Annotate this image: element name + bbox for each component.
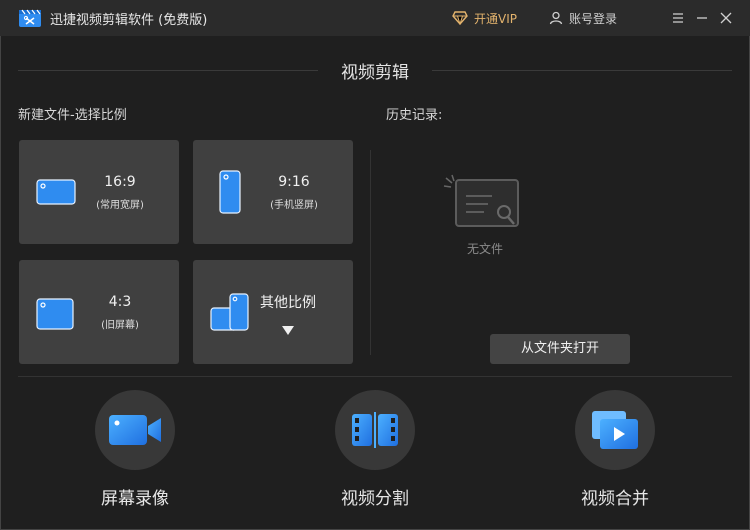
vip-button[interactable]: 开通VIP bbox=[452, 9, 517, 27]
portrait-screen-icon bbox=[219, 170, 241, 214]
ratio-card-9-16[interactable]: 9:16 (手机竖屏) bbox=[193, 140, 353, 244]
menu-icon[interactable] bbox=[668, 8, 688, 28]
new-file-label: 新建文件-选择比例 bbox=[18, 108, 127, 123]
multi-screen-icon bbox=[210, 293, 249, 331]
tool-icon-circle bbox=[575, 390, 655, 470]
tool-icon-circle bbox=[95, 390, 175, 470]
login-button[interactable]: 账号登录 bbox=[549, 9, 617, 27]
open-from-folder-button[interactable]: 从文件夹打开 bbox=[490, 334, 630, 364]
window-title: 迅捷视频剪辑软件 (免费版) bbox=[50, 13, 208, 28]
ratio-card-16-9[interactable]: 16:9 (常用宽屏) bbox=[19, 140, 179, 244]
empty-file-icon bbox=[443, 174, 519, 227]
ratio-card-4-3[interactable]: 4:3 (旧屏幕) bbox=[19, 260, 179, 364]
ratio-desc: (常用宽屏) bbox=[96, 200, 144, 211]
title-bar: 迅捷视频剪辑软件 (免费版) 开通VIP 账号登录 bbox=[0, 0, 750, 36]
tool-label: 视频分割 bbox=[341, 489, 409, 509]
empty-history-text: 无文件 bbox=[466, 242, 503, 256]
triangle-down-icon[interactable] bbox=[282, 326, 294, 335]
ratio-desc: (旧屏幕) bbox=[101, 320, 139, 331]
history-label: 历史记录: bbox=[386, 108, 443, 123]
ratio-value: 其他比例 bbox=[260, 295, 316, 311]
tool-label: 屏幕录像 bbox=[101, 489, 169, 509]
user-icon bbox=[549, 11, 563, 25]
vip-label: 开通VIP bbox=[474, 11, 517, 26]
close-icon[interactable] bbox=[716, 8, 736, 28]
tool-label: 视频合并 bbox=[581, 489, 649, 509]
section-divider bbox=[18, 376, 732, 377]
standard-screen-icon bbox=[36, 298, 74, 330]
film-split-icon bbox=[352, 412, 398, 448]
video-merge-tool[interactable]: 视频合并 bbox=[555, 390, 675, 520]
app-logo-icon bbox=[19, 9, 41, 27]
column-divider bbox=[370, 150, 371, 355]
page-title: 视频剪辑 bbox=[341, 63, 409, 83]
ratio-value: 4:3 bbox=[108, 294, 132, 310]
ratio-desc: (手机竖屏) bbox=[270, 200, 318, 211]
ratio-value: 16:9 bbox=[104, 174, 136, 190]
diamond-icon bbox=[452, 11, 468, 25]
video-merge-icon bbox=[592, 411, 638, 449]
ratio-value: 9:16 bbox=[278, 174, 310, 190]
screen-record-tool[interactable]: 屏幕录像 bbox=[75, 390, 195, 520]
minimize-icon[interactable] bbox=[692, 8, 712, 28]
ratio-card-other[interactable]: 其他比例 bbox=[193, 260, 353, 364]
video-camera-icon bbox=[109, 415, 161, 445]
video-split-tool[interactable]: 视频分割 bbox=[315, 390, 435, 520]
login-label: 账号登录 bbox=[569, 11, 618, 26]
landscape-screen-icon bbox=[36, 179, 76, 205]
tool-icon-circle bbox=[335, 390, 415, 470]
